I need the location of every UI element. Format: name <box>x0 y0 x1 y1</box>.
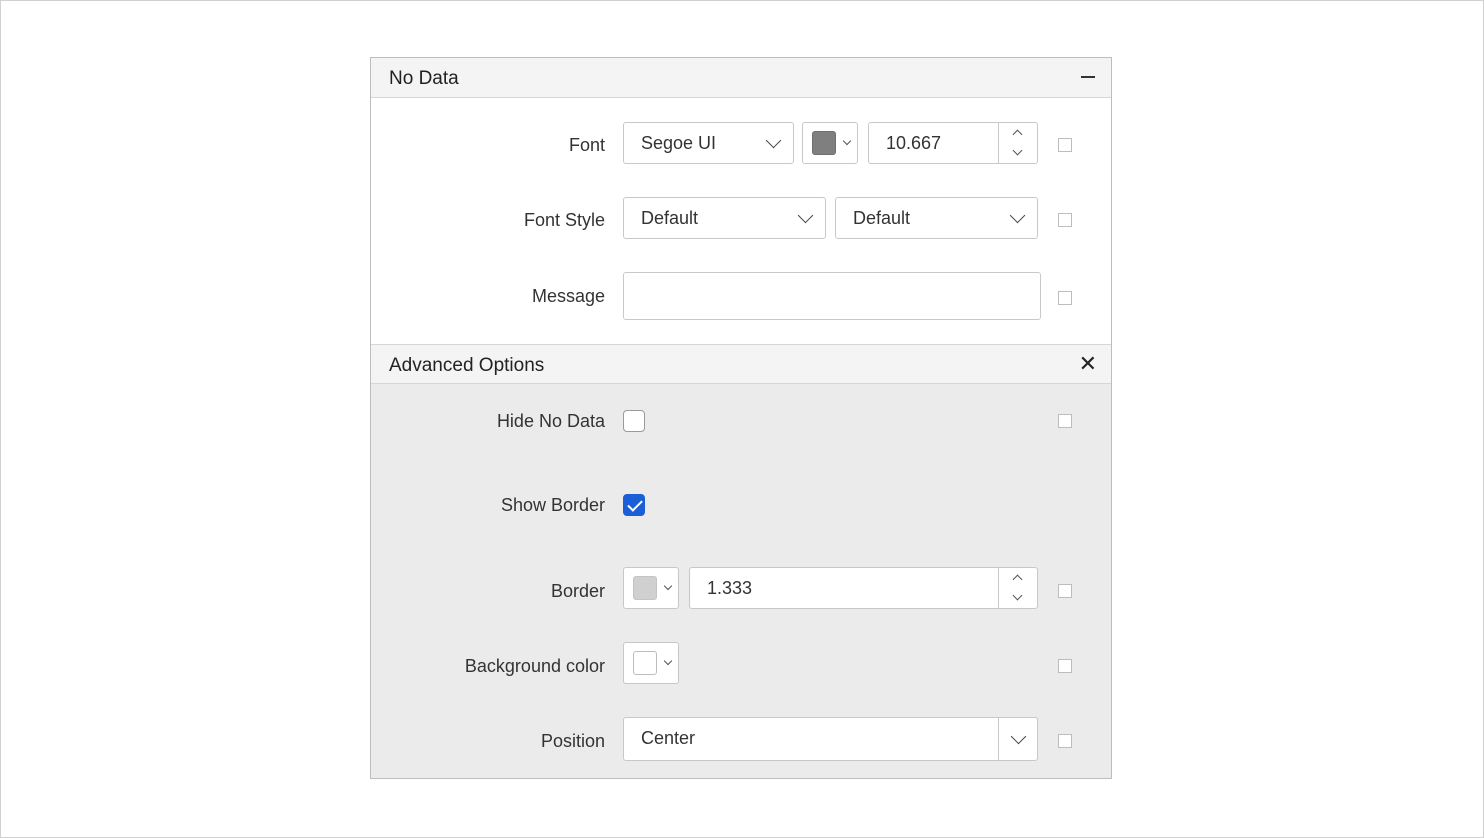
font-size-input[interactable]: 10.667 <box>868 122 1038 164</box>
properties-panel: No Data Font Segoe UI 10.667 Font Style … <box>370 57 1112 779</box>
chevron-down-icon <box>1010 728 1027 745</box>
font-size-decrement[interactable] <box>999 143 1037 163</box>
chevron-down-icon <box>1012 145 1023 156</box>
font-weight-value: Default <box>853 208 911 228</box>
background-color-label: Background color <box>464 656 605 676</box>
font-family-value: Segoe UI <box>641 133 717 153</box>
border-label: Border <box>550 581 605 601</box>
font-override-checkbox[interactable] <box>1058 138 1072 152</box>
border-width-value: 1.333 <box>707 578 753 598</box>
minus-icon[interactable] <box>1081 76 1095 78</box>
font-color-swatch <box>812 131 836 155</box>
border-width-decrement[interactable] <box>999 588 1037 608</box>
font-style-override-checkbox[interactable] <box>1058 213 1072 227</box>
font-size-spinner <box>998 123 1037 163</box>
chevron-down-icon <box>663 581 673 591</box>
font-style-label: Font Style <box>523 210 605 230</box>
position-override-checkbox[interactable] <box>1058 734 1072 748</box>
hide-no-data-checkbox[interactable] <box>623 410 645 432</box>
hide-no-data-label: Hide No Data <box>496 411 605 431</box>
checkmark-icon <box>627 496 643 512</box>
font-style-value: Default <box>641 208 699 228</box>
background-color-override-checkbox[interactable] <box>1058 659 1072 673</box>
show-border-checkbox[interactable] <box>623 494 645 516</box>
font-style-dropdown[interactable]: Default <box>623 197 826 239</box>
border-color-swatch <box>633 576 657 600</box>
advanced-options-header[interactable]: Advanced Options ✕ <box>371 344 1111 384</box>
font-size-value: 10.667 <box>886 133 942 153</box>
position-label: Position <box>540 731 605 751</box>
font-family-dropdown[interactable]: Segoe UI <box>623 122 794 164</box>
chevron-up-icon <box>1012 574 1023 585</box>
border-width-increment[interactable] <box>999 568 1037 588</box>
position-dropdown[interactable]: Center <box>623 717 1038 761</box>
chevron-down-icon <box>1012 590 1023 601</box>
message-label: Message <box>531 286 605 306</box>
dropdown-divider <box>998 718 999 760</box>
chevron-down-icon <box>1009 207 1026 224</box>
background-color-swatch <box>633 651 657 675</box>
border-override-checkbox[interactable] <box>1058 584 1072 598</box>
position-value: Center <box>641 728 696 748</box>
border-width-input[interactable]: 1.333 <box>689 567 1038 609</box>
advanced-options-title: Advanced Options <box>389 355 545 376</box>
font-color-picker[interactable] <box>802 122 858 164</box>
message-input[interactable] <box>623 272 1041 320</box>
font-size-increment[interactable] <box>999 123 1037 143</box>
no-data-title: No Data <box>389 68 459 89</box>
chevron-down-icon <box>663 656 673 666</box>
font-weight-dropdown[interactable]: Default <box>835 197 1038 239</box>
chevron-down-icon <box>842 136 852 146</box>
no-data-header[interactable]: No Data <box>371 58 1111 98</box>
hide-no-data-override-checkbox[interactable] <box>1058 414 1072 428</box>
chevron-down-icon <box>797 207 814 224</box>
chevron-down-icon <box>765 132 782 149</box>
font-label: Font <box>568 135 605 155</box>
chevron-up-icon <box>1012 129 1023 140</box>
message-override-checkbox[interactable] <box>1058 291 1072 305</box>
background-color-picker[interactable] <box>623 642 679 684</box>
close-icon[interactable]: ✕ <box>1079 353 1097 375</box>
border-width-spinner <box>998 568 1037 608</box>
show-border-label: Show Border <box>500 495 605 515</box>
border-color-picker[interactable] <box>623 567 679 609</box>
